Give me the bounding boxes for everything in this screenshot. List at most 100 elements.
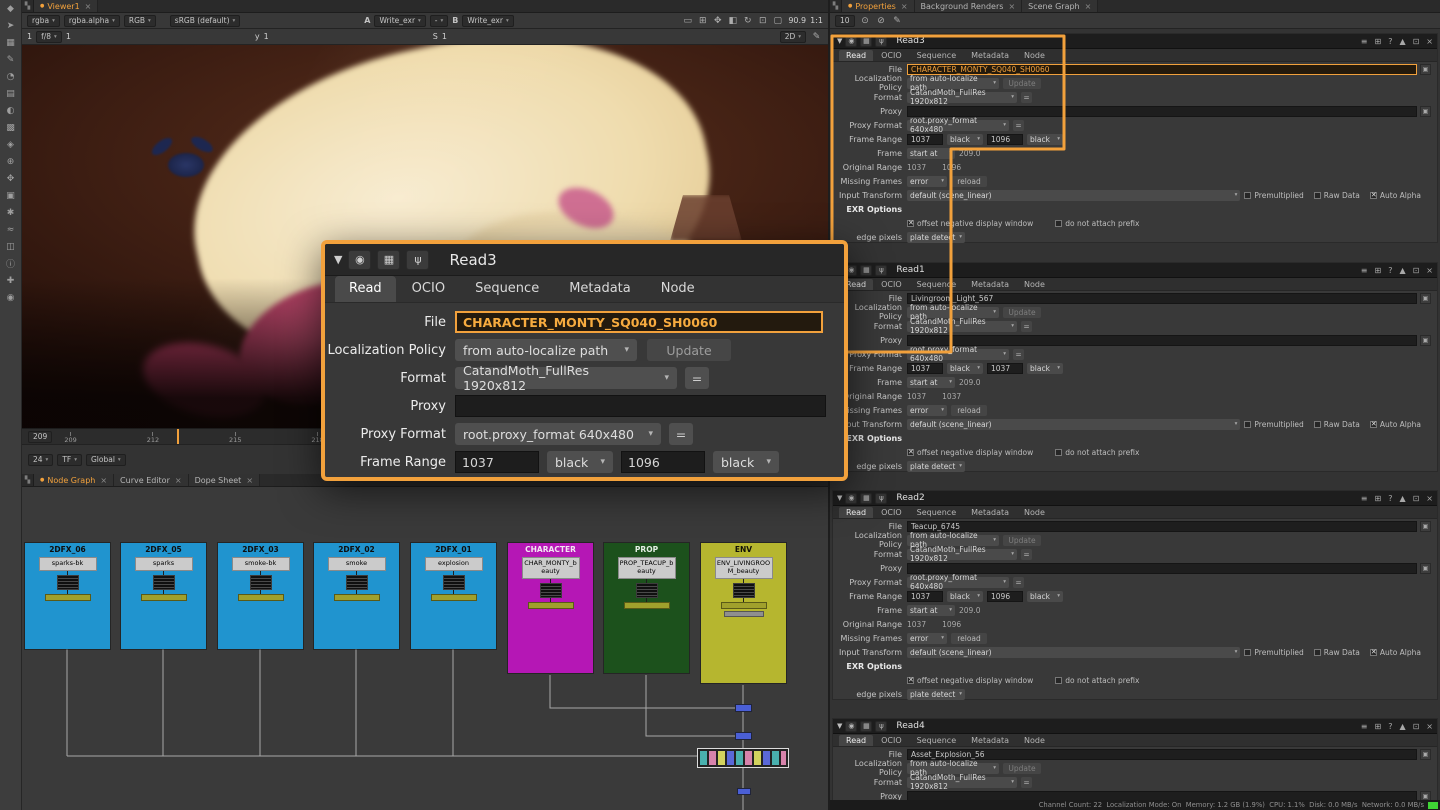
premultiplied-checkbox[interactable] xyxy=(1244,192,1251,199)
format-expression-button[interactable]: = xyxy=(1021,321,1032,332)
offset-negative-checkbox[interactable] xyxy=(907,677,914,684)
frame-range-end-input[interactable]: 1096 xyxy=(621,451,705,473)
proxy-format-expression-button[interactable]: = xyxy=(1013,577,1024,588)
postage-stamp[interactable] xyxy=(153,575,175,590)
close-tab-icon[interactable]: × xyxy=(246,476,253,485)
playhead[interactable] xyxy=(177,429,179,444)
pane-menu-icon[interactable]: ▚ xyxy=(22,474,34,486)
tab-read[interactable]: Read xyxy=(839,735,873,746)
premultiplied-checkbox[interactable] xyxy=(1244,421,1251,428)
input-transform-dropdown[interactable]: default (scene_linear) ▾ xyxy=(907,647,1240,658)
no-prefix-checkbox[interactable] xyxy=(1055,220,1062,227)
localization-policy-dropdown[interactable]: from auto-localize path ▾ xyxy=(907,307,999,318)
tab-node[interactable]: Node xyxy=(1017,50,1052,61)
proxy-format-dropdown[interactable]: root.proxy_format 640x480 ▾ xyxy=(907,577,1009,588)
time-tool-icon[interactable]: ◔ xyxy=(2,69,20,84)
proxy-input[interactable] xyxy=(907,106,1417,117)
help-icon[interactable]: ? xyxy=(1388,37,1392,46)
filter-tool-icon[interactable]: ▩ xyxy=(2,120,20,135)
proxy-browse-icon[interactable]: ▣ xyxy=(1420,335,1431,346)
dot-node[interactable] xyxy=(737,788,751,795)
swatch-icon[interactable]: ◉ xyxy=(348,250,371,270)
float-panel-icon[interactable]: ⊞ xyxy=(1374,266,1381,275)
edge-pixels-dropdown[interactable]: plate detect ▾ xyxy=(907,461,965,472)
format-expression-button[interactable]: = xyxy=(1021,549,1032,560)
wipe-icon[interactable]: ◧ xyxy=(726,15,739,27)
tab-metadata[interactable]: Metadata xyxy=(964,735,1016,746)
stamp-icon[interactable]: ▦ xyxy=(860,36,872,47)
tab-sequence[interactable]: Sequence xyxy=(910,50,963,61)
close-tab-icon[interactable]: × xyxy=(1085,2,1092,11)
deep-tool-icon[interactable]: ≈ xyxy=(2,222,20,237)
alpha-layer-dropdown[interactable]: rgba.alpha ▾ xyxy=(64,15,120,27)
edit-icon[interactable]: ✎ xyxy=(891,15,904,27)
close-icon[interactable]: × xyxy=(1426,266,1433,275)
frame-value[interactable]: 209.0 xyxy=(959,149,980,158)
expand-icon[interactable]: ▼ xyxy=(334,253,342,266)
file-input[interactable]: Asset_Explosion_56 xyxy=(907,749,1417,760)
backdrop-node[interactable]: 2DFX_05 sparks xyxy=(121,543,206,649)
tab-read[interactable]: Read xyxy=(839,50,873,61)
proxy-format-dropdown[interactable]: root.proxy_format 640x480 ▾ xyxy=(455,423,661,445)
file-browse-icon[interactable]: ▣ xyxy=(1420,293,1431,304)
gain-value[interactable]: 1 xyxy=(66,32,71,41)
frame-range-start-input[interactable]: 1037 xyxy=(455,451,539,473)
frame-value[interactable]: 209.0 xyxy=(959,606,980,615)
close-tab-icon[interactable]: × xyxy=(85,2,92,11)
tab-metadata[interactable]: Metadata xyxy=(555,276,645,302)
minimize-icon[interactable]: ▲ xyxy=(1399,494,1405,503)
missing-frames-dropdown[interactable]: error ▾ xyxy=(907,176,947,187)
tf-dropdown[interactable]: TF ▾ xyxy=(57,454,82,466)
pane-menu-icon[interactable]: ▚ xyxy=(830,0,842,12)
update-button[interactable]: Update xyxy=(1003,535,1041,546)
float-panel-icon[interactable]: ⊞ xyxy=(1374,37,1381,46)
blend-dropdown[interactable]: - ▾ xyxy=(430,15,448,27)
tab-sequence[interactable]: Sequence xyxy=(910,279,963,290)
minimize-icon[interactable]: ▲ xyxy=(1399,37,1405,46)
plug-icon[interactable]: ψ xyxy=(875,493,887,504)
tab-metadata[interactable]: Metadata xyxy=(964,507,1016,518)
missing-frames-dropdown[interactable]: error ▾ xyxy=(907,405,947,416)
plug-icon[interactable]: ψ xyxy=(406,250,429,270)
proxy-format-dropdown[interactable]: root.proxy_format 640x480 ▾ xyxy=(907,120,1009,131)
merge-tool-icon[interactable]: ⊕ xyxy=(2,154,20,169)
offset-negative-checkbox[interactable] xyxy=(907,449,914,456)
auto-alpha-checkbox[interactable] xyxy=(1370,421,1377,428)
proxy-format-expression-button[interactable]: = xyxy=(1013,349,1024,360)
channels-dropdown[interactable]: RGB ▾ xyxy=(124,15,156,27)
grid-warp-icon[interactable]: ⊞ xyxy=(696,15,709,27)
frame-range-end-mode-dropdown[interactable]: black ▾ xyxy=(1027,591,1063,602)
postage-stamp[interactable] xyxy=(346,575,368,590)
refresh-icon[interactable]: ↻ xyxy=(741,15,754,27)
tab-metadata[interactable]: Metadata xyxy=(964,50,1016,61)
close-icon[interactable]: × xyxy=(1426,722,1433,731)
frame-range-start-mode-dropdown[interactable]: black ▾ xyxy=(947,363,983,374)
minimize-icon[interactable]: ▲ xyxy=(1399,722,1405,731)
frame-range-end-input[interactable]: 1096 xyxy=(987,591,1023,602)
help-icon[interactable]: ? xyxy=(1388,266,1392,275)
tab-node[interactable]: Node xyxy=(647,276,709,302)
read-node[interactable]: smoke xyxy=(328,557,386,571)
tab-ocio[interactable]: OCIO xyxy=(874,507,909,518)
edge-pixels-dropdown[interactable]: plate detect ▾ xyxy=(907,689,965,700)
format-dropdown[interactable]: CatandMoth_FullRes 1920x812 ▾ xyxy=(907,549,1017,560)
plug-icon[interactable]: ψ xyxy=(875,265,887,276)
stamp-icon[interactable]: ▦ xyxy=(860,721,872,732)
pan-zoom-icon[interactable]: ✥ xyxy=(711,15,724,27)
tab-ocio[interactable]: OCIO xyxy=(398,276,459,302)
stamp-icon[interactable]: ▦ xyxy=(860,493,872,504)
draw-tool-icon[interactable]: ✎ xyxy=(2,52,20,67)
read-node[interactable]: sparks xyxy=(135,557,193,571)
frame-value[interactable]: 209.0 xyxy=(959,378,980,387)
file-browse-icon[interactable]: ▣ xyxy=(1420,521,1431,532)
proxy-browse-icon[interactable]: ▣ xyxy=(1420,563,1431,574)
missing-frames-dropdown[interactable]: error ▾ xyxy=(907,633,947,644)
format-expression-button[interactable]: = xyxy=(1021,777,1032,788)
selected-merge-node[interactable] xyxy=(697,748,789,768)
premultiplied-checkbox[interactable] xyxy=(1244,649,1251,656)
format-dropdown[interactable]: CatandMoth_FullRes 1920x812 ▾ xyxy=(907,321,1017,332)
backdrop-node[interactable]: 2DFX_03 smoke-bk xyxy=(218,543,303,649)
channel-tool-icon[interactable]: ▤ xyxy=(2,86,20,101)
shuffle-node[interactable] xyxy=(431,594,477,601)
stamp-icon[interactable]: ▦ xyxy=(377,250,400,270)
